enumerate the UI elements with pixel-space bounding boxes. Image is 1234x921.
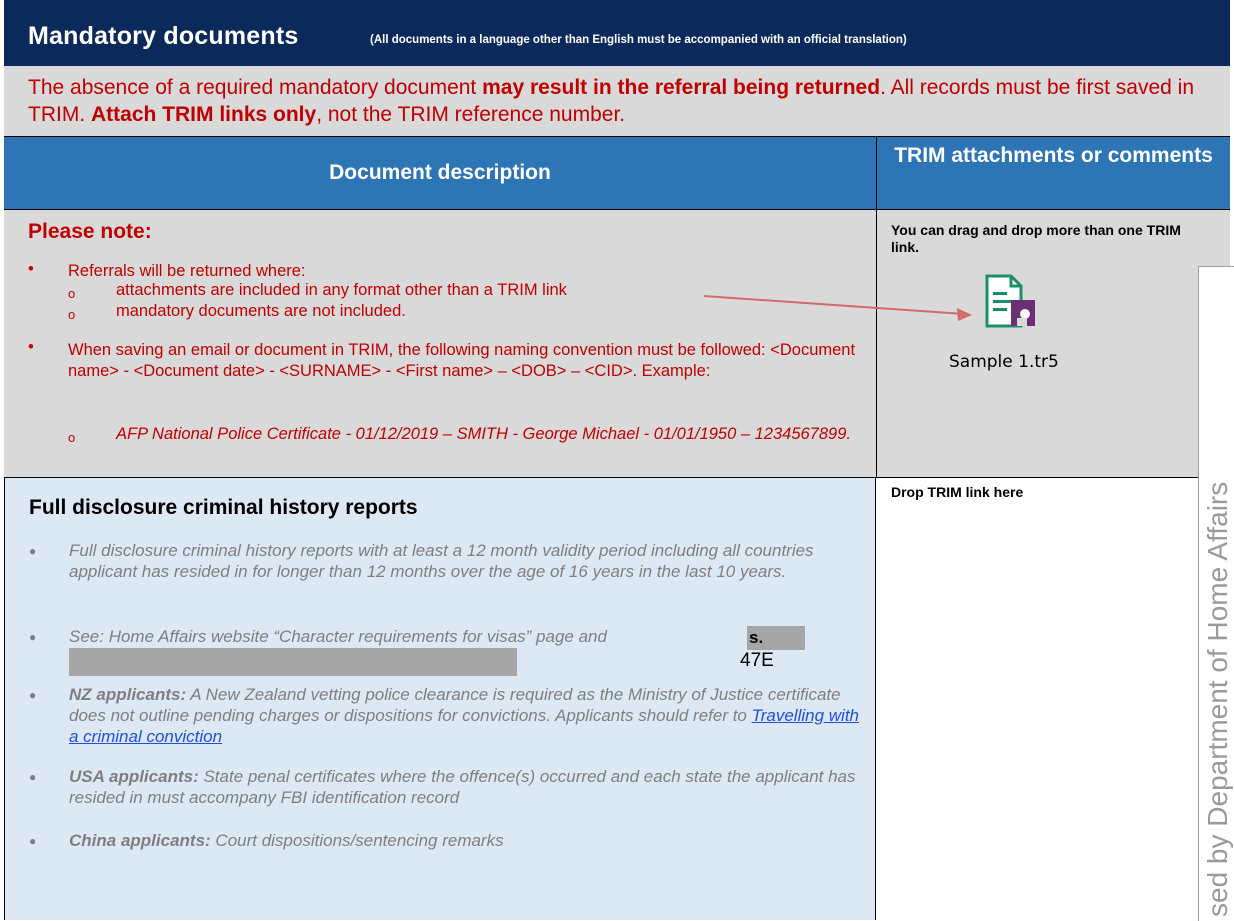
bullet-icon: ●	[29, 544, 37, 558]
bullet-icon: •	[28, 260, 34, 278]
warning-part: , not the TRIM reference number.	[316, 103, 626, 126]
sub-bullet-icon: o	[68, 430, 76, 445]
column-header-description: Document description	[4, 137, 877, 209]
bullet-icon: ●	[29, 688, 37, 702]
drop-zone-label: Drop TRIM link here	[891, 484, 1024, 500]
criminal-item-2: See: Home Affairs website “Character req…	[69, 627, 607, 646]
watermark-strip: sed by Department of Home Affairs	[1198, 266, 1234, 921]
nz-label: NZ applicants:	[69, 685, 187, 704]
bullet-icon: ●	[29, 834, 37, 848]
section-title: Mandatory documents	[28, 22, 299, 50]
warning-text: The absence of a required mandatory docu…	[28, 74, 1224, 128]
criminal-history-row: Full disclosure criminal history reports…	[4, 478, 1230, 920]
china-label: China applicants:	[69, 831, 211, 850]
note-bullet-2: When saving an email or document in TRIM…	[68, 341, 856, 380]
table-header: Document description TRIM attachments or…	[4, 137, 1230, 210]
warning-bold: Attach TRIM links only	[91, 103, 317, 126]
usa-label: USA applicants:	[69, 767, 199, 786]
redaction-block: s.	[747, 626, 805, 650]
criminal-item-1: Full disclosure criminal history reports…	[69, 541, 814, 581]
criminal-item-4: USA applicants: State penal certificates…	[69, 766, 859, 808]
china-text: Court dispositions/sentencing remarks	[210, 831, 504, 850]
section-title-bar: Mandatory documents (All documents in a …	[4, 0, 1230, 67]
note-example: AFP National Police Certificate - 01/12/…	[116, 425, 851, 443]
redaction-label: s.	[749, 628, 764, 647]
watermark-text: sed by Department of Home Affairs	[1202, 481, 1233, 917]
trim-record-icon[interactable]	[981, 274, 1041, 330]
note-sub-bullet-2: mandatory documents are not included.	[116, 302, 406, 320]
trim-drop-zone[interactable]: Drop TRIM link here	[877, 478, 1230, 920]
please-note-title: Please note:	[28, 220, 152, 243]
trim-file-label[interactable]: Sample 1.tr5	[949, 352, 1059, 372]
criminal-history-title: Full disclosure criminal history reports	[29, 496, 418, 519]
warning-bold: may result in the referral being returne…	[482, 76, 881, 99]
warning-banner: The absence of a required mandatory docu…	[4, 66, 1230, 137]
warning-part: The absence of a required mandatory docu…	[28, 76, 483, 99]
redaction-block	[69, 648, 517, 676]
note-sub-bullet-1: attachments are included in any format o…	[116, 281, 567, 299]
criminal-item-5: China applicants: Court dispositions/sen…	[69, 830, 859, 851]
column-header-trim: TRIM attachments or comments	[894, 144, 1213, 167]
bullet-icon: ●	[29, 630, 37, 644]
sub-bullet-icon: o	[68, 307, 76, 322]
note-bullet-1: Referrals will be returned where:	[68, 262, 306, 280]
criminal-history-cell: Full disclosure criminal history reports…	[4, 478, 876, 920]
sub-bullet-icon: o	[68, 286, 76, 301]
bullet-icon: ●	[29, 770, 37, 784]
bullet-icon: •	[28, 338, 34, 356]
please-note-cell: Please note: • Referrals will be returne…	[4, 210, 877, 477]
section-subtitle: (All documents in a language other than …	[370, 34, 907, 46]
please-note-row: Please note: • Referrals will be returne…	[4, 210, 1230, 478]
redaction-code: 47E	[740, 650, 774, 671]
trim-attachment-cell[interactable]: You can drag and drop more than one TRIM…	[877, 210, 1230, 477]
criminal-item-3: NZ applicants: A New Zealand vetting pol…	[69, 684, 859, 747]
drag-drop-hint: You can drag and drop more than one TRIM…	[891, 222, 1181, 255]
mandatory-documents-form: Mandatory documents (All documents in a …	[4, 0, 1230, 920]
